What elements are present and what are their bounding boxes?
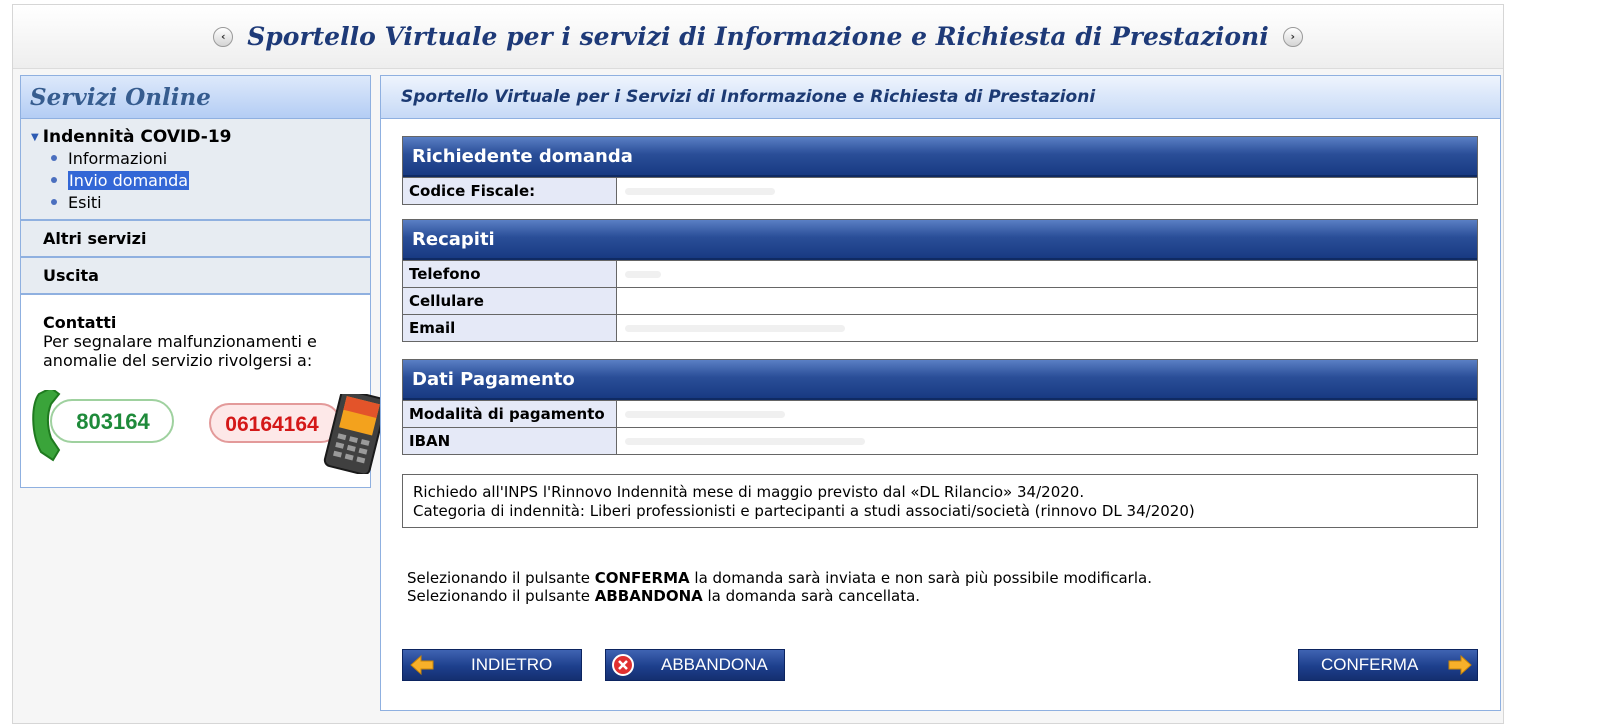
- abandon-button[interactable]: ABBANDONA: [605, 649, 785, 681]
- field-label: Codice Fiscale:: [403, 178, 617, 204]
- sidebar-item-label: Esiti: [68, 192, 102, 212]
- bullet-icon: [51, 177, 57, 183]
- notice-line: Categoria di indennità: Liberi professio…: [413, 502, 1195, 520]
- contacts-box: Contatti Per segnalare malfunzionamenti …: [21, 295, 387, 474]
- section-applicant: Richiedente domanda Codice Fiscale:: [402, 136, 1478, 205]
- landline-phone-icon: 803164: [32, 390, 174, 462]
- field-value-redacted: [617, 178, 1477, 204]
- sidebar-item-label: Informazioni: [68, 148, 168, 168]
- landline-number: 803164: [76, 409, 150, 434]
- instruction-confirm: Selezionando il pulsante CONFERMA la dom…: [407, 569, 1152, 587]
- arrow-right-icon: [1448, 654, 1472, 676]
- instructions: Selezionando il pulsante CONFERMA la dom…: [407, 569, 1152, 605]
- sidebar-header: Servizi Online: [21, 76, 370, 119]
- request-notice: Richiedo all'INPS l'Rinnovo Indennità me…: [402, 474, 1478, 528]
- field-value-redacted: [617, 428, 1477, 454]
- next-arrow-icon[interactable]: ›: [1282, 26, 1303, 47]
- sidebar-item-uscita[interactable]: Uscita: [21, 258, 370, 295]
- main-header: Sportello Virtuale per i Servizi di Info…: [381, 76, 1500, 119]
- mobile-number: 06164164: [225, 413, 319, 436]
- section-title: Recapiti: [403, 220, 1477, 260]
- field-telefono: Telefono: [403, 260, 1477, 287]
- field-email: Email: [403, 314, 1477, 341]
- section-title: Dati Pagamento: [403, 360, 1477, 400]
- field-modalita-pagamento: Modalità di pagamento: [403, 400, 1477, 427]
- phones: 803164 06164164: [32, 370, 387, 474]
- mobile-phone-icon: 06164164: [209, 394, 387, 474]
- section-title: Richiedente domanda: [403, 137, 1477, 177]
- banner-title: Sportello Virtuale per i servizi di Info…: [247, 22, 1269, 51]
- section-contacts: Recapiti Telefono Cellulare Email: [402, 219, 1478, 342]
- field-codice-fiscale: Codice Fiscale:: [403, 177, 1477, 204]
- field-value-redacted: [617, 261, 1477, 287]
- sidebar: Servizi Online ▼ Indennità COVID-19 Info…: [20, 75, 387, 488]
- top-banner: ‹ Sportello Virtuale per i servizi di In…: [13, 5, 1503, 69]
- sidebar-item-altri-servizi[interactable]: Altri servizi: [21, 221, 370, 258]
- notice-line: Richiedo all'INPS l'Rinnovo Indennità me…: [413, 483, 1085, 501]
- arrow-left-icon: [410, 654, 434, 676]
- bullet-icon: [51, 155, 57, 161]
- contacts-text: Per segnalare malfunzionamenti e: [43, 332, 317, 351]
- sidebar-item-esiti[interactable]: Esiti: [21, 191, 370, 213]
- sidebar-item-informazioni[interactable]: Informazioni: [21, 147, 370, 169]
- main-panel: Sportello Virtuale per i Servizi di Info…: [380, 75, 1501, 711]
- abandon-button-label: ABBANDONA: [661, 655, 768, 674]
- field-label: Modalità di pagamento: [403, 401, 617, 427]
- sidebar-item-label: Altri servizi: [43, 229, 147, 248]
- field-value-redacted: [617, 315, 1477, 341]
- section-payment: Dati Pagamento Modalità di pagamento IBA…: [402, 359, 1478, 455]
- field-value-redacted: [617, 401, 1477, 427]
- sidebar-item-label: Uscita: [43, 266, 99, 285]
- field-label: Cellulare: [403, 288, 617, 314]
- field-value-redacted: [617, 288, 1477, 314]
- back-button[interactable]: INDIETRO: [402, 649, 582, 681]
- field-iban: IBAN: [403, 427, 1477, 454]
- back-button-label: INDIETRO: [471, 655, 553, 674]
- confirm-button[interactable]: CONFERMA: [1298, 649, 1478, 681]
- menu-group-label: Indennità COVID-19: [42, 127, 232, 147]
- field-label: Email: [403, 315, 617, 341]
- field-cellulare: Cellulare: [403, 287, 1477, 314]
- sidebar-item-invio-domanda[interactable]: Invio domanda: [21, 169, 370, 191]
- chevron-down-icon: ▼: [31, 131, 39, 143]
- menu-group-title[interactable]: ▼ Indennità COVID-19: [21, 127, 370, 147]
- field-label: IBAN: [403, 428, 617, 454]
- bullet-icon: [51, 199, 57, 205]
- contacts-text: anomalie del servizio rivolgersi a:: [43, 351, 313, 370]
- contacts-title: Contatti: [43, 313, 117, 332]
- instruction-abandon: Selezionando il pulsante ABBANDONA la do…: [407, 587, 921, 605]
- cancel-icon: [612, 654, 634, 676]
- prev-arrow-icon[interactable]: ‹: [213, 26, 234, 47]
- sidebar-item-label: Invio domanda: [68, 170, 190, 190]
- confirm-button-label: CONFERMA: [1321, 655, 1419, 674]
- menu-group-covid: ▼ Indennità COVID-19 Informazioni Invio …: [21, 119, 370, 221]
- field-label: Telefono: [403, 261, 617, 287]
